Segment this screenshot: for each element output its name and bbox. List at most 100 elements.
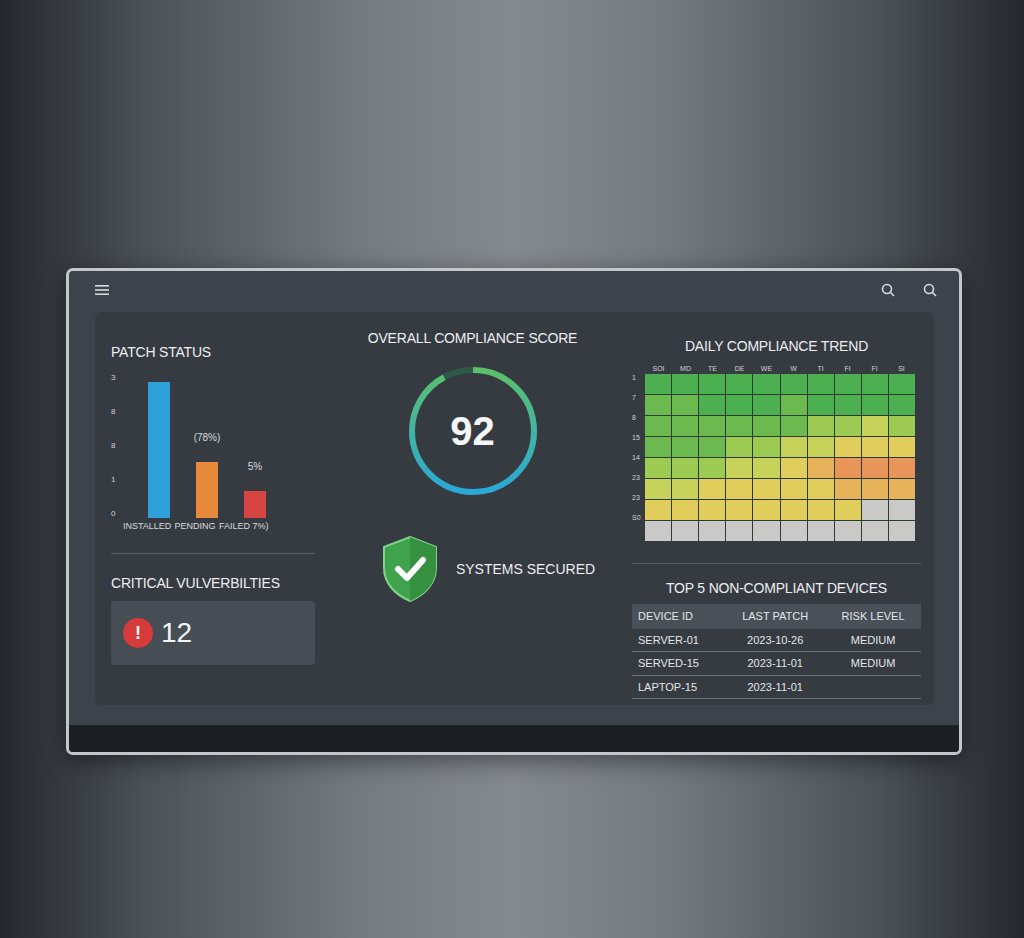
row-label: 8 xyxy=(632,414,645,434)
table-cell: 2023-11-01 xyxy=(725,675,825,699)
heatmap-cell xyxy=(889,374,915,394)
search-icon[interactable] xyxy=(923,283,937,297)
menu-icon[interactable] xyxy=(95,284,109,296)
heatmap-cell xyxy=(726,458,752,478)
secure-status: SYSTEMS SECURED xyxy=(315,534,630,604)
heatmap-cell xyxy=(835,521,861,541)
divider xyxy=(632,563,921,564)
heatmap-cell xyxy=(808,374,834,394)
bar-column xyxy=(135,374,183,518)
heatmap-cell xyxy=(808,437,834,457)
heatmap-cell xyxy=(753,416,779,436)
heatmap-cell xyxy=(808,458,834,478)
bar-annotation: (78%) xyxy=(194,432,221,444)
critical-box: !12 xyxy=(111,601,315,665)
bar xyxy=(196,462,218,518)
heatmap-cell xyxy=(726,500,752,520)
heatmap-cell xyxy=(699,374,725,394)
y-tick: 3 xyxy=(111,374,135,382)
row-label: 15 xyxy=(632,434,645,454)
patch-chart: 38810(78%)5% xyxy=(111,374,315,518)
column-header: DEVICE ID xyxy=(632,604,725,629)
table-row[interactable]: LAPTOP-152023-11-01 xyxy=(632,675,921,699)
heatmap-cell xyxy=(862,458,888,478)
bar-label: PENDING xyxy=(171,520,219,532)
heatmap-cell xyxy=(699,479,725,499)
compliance-title: OVERALL COMPLIANCE SCORE xyxy=(315,328,630,348)
heatmap-cell xyxy=(753,374,779,394)
heatmap-cell xyxy=(699,521,725,541)
day-label: MD xyxy=(672,364,699,374)
heatmap-cell xyxy=(808,521,834,541)
y-tick: 0 xyxy=(111,510,135,518)
heatmap-cell xyxy=(672,374,698,394)
heatmap-cell xyxy=(862,395,888,415)
heatmap-cell xyxy=(726,437,752,457)
heatmap-cell xyxy=(726,374,752,394)
table-cell: MEDIUM xyxy=(825,652,921,676)
heatmap-cell xyxy=(753,437,779,457)
heatmap-cell xyxy=(672,500,698,520)
heatmap-cell xyxy=(753,458,779,478)
right-column: DAILY COMPLIANCE TRENDSOIMDTEDEWEWTIFIFI… xyxy=(630,312,934,705)
heatmap-cell xyxy=(889,416,915,436)
heatmap-cell xyxy=(645,437,671,457)
row-label: 14 xyxy=(632,454,645,474)
heatmap-cell xyxy=(808,416,834,436)
heatmap-cell xyxy=(699,458,725,478)
heatmap-cell xyxy=(889,479,915,499)
devices-title: TOP 5 NON-COMPLIANT DEVICES xyxy=(632,578,921,598)
heatmap-cell xyxy=(726,416,752,436)
heatmap-cell xyxy=(699,395,725,415)
heatmap-cell xyxy=(781,437,807,457)
plot-area: (78%) 5% xyxy=(135,374,279,518)
heatmap-cell xyxy=(862,416,888,436)
day-label: FI xyxy=(861,364,888,374)
table-cell: 2023-11-01 xyxy=(725,652,825,676)
heatmap-cell xyxy=(835,479,861,499)
day-label: SOI xyxy=(645,364,672,374)
divider xyxy=(111,553,315,554)
day-label: FI xyxy=(834,364,861,374)
bar xyxy=(148,382,170,518)
heatmap-cell xyxy=(835,374,861,394)
heatmap-cell xyxy=(781,458,807,478)
bar xyxy=(244,491,266,518)
table-row[interactable]: SERVED-152023-11-01MEDIUM xyxy=(632,652,921,676)
column-header: LAST PATCH xyxy=(725,604,825,629)
column-header: RISK LEVEL xyxy=(825,604,921,629)
header-spacer xyxy=(632,364,645,374)
heatmap-cell xyxy=(645,521,671,541)
y-tick: 8 xyxy=(111,442,135,450)
heatmap-cell xyxy=(889,458,915,478)
heatmap-cell xyxy=(726,521,752,541)
heatmap-cell xyxy=(781,395,807,415)
bar-annotation: 5% xyxy=(248,461,262,473)
row-label: 23 xyxy=(632,494,645,514)
y-axis: 38810 xyxy=(111,374,135,518)
shield-check-icon xyxy=(380,534,440,604)
heatmap-cell xyxy=(781,416,807,436)
heatmap-cell xyxy=(835,500,861,520)
heatmap-grid xyxy=(645,374,915,541)
heatmap-cell xyxy=(862,374,888,394)
heatmap-cell xyxy=(645,458,671,478)
heatmap: 17815142323S0 xyxy=(632,374,921,541)
heatmap-cell xyxy=(753,395,779,415)
heatmap-cell xyxy=(781,479,807,499)
heatmap-cell xyxy=(672,479,698,499)
bar-label: FAILED 7%) xyxy=(219,520,267,532)
table-row[interactable]: SERVER-012023-10-26MEDIUM xyxy=(632,629,921,652)
table-cell: 2023-10-26 xyxy=(725,629,825,652)
row-label: S0 xyxy=(632,514,645,534)
heatmap-cell xyxy=(645,416,671,436)
heatmap-cell xyxy=(889,437,915,457)
day-label: TI xyxy=(807,364,834,374)
heatmap-cell xyxy=(645,395,671,415)
heatmap-cell xyxy=(672,395,698,415)
heatmap-cell xyxy=(726,479,752,499)
search-icon[interactable] xyxy=(881,283,895,297)
heatmap-cell xyxy=(672,458,698,478)
table-cell: SERVER-01 xyxy=(632,629,725,652)
monitor: PATCH STATUS38810(78%)5%INSTALLEDPENDING… xyxy=(66,268,962,755)
